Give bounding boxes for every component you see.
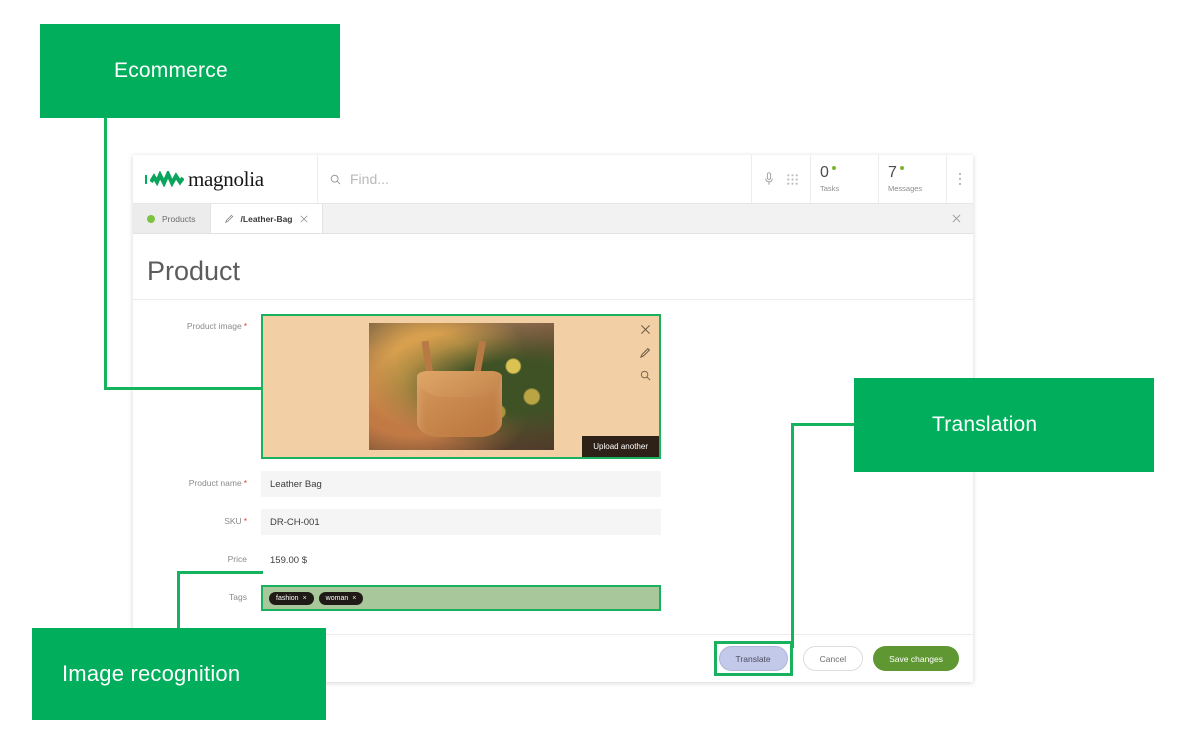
header-counter-tasks[interactable]: 0 Tasks [811,155,879,203]
pencil-icon [224,214,233,223]
image-action-group [640,324,651,381]
tasks-status-dot-icon [831,166,836,170]
close-icon [952,214,961,223]
label-tags-text: Tags [229,592,247,602]
connector-translation-vertical [791,423,794,648]
brand-logo[interactable]: magnolia [133,155,318,203]
connector-image-recognition-vertical [177,571,180,631]
close-icon[interactable] [300,215,308,223]
tag-chip-label: woman [325,594,349,602]
annotation-callout-translation: Translation [854,378,1154,472]
tags-input[interactable]: fashion × woman × [261,585,661,611]
messages-status-dot-icon [899,166,904,170]
save-changes-button[interactable]: Save changes [873,646,959,671]
brand-name: magnolia [188,166,264,191]
label-tags: Tags [133,585,261,602]
price-value[interactable]: 159.00 $ [261,547,661,573]
product-name-input[interactable]: Leather Bag [261,471,661,497]
label-sku: SKU * [133,509,261,526]
annotation-label-ecommerce: Ecommerce [114,59,228,82]
tab-products[interactable]: Products [133,204,211,233]
tasks-count: 0 [820,164,829,181]
logo-tick-icon [145,174,147,184]
form-row-price: Price 159.00 $ [133,547,973,573]
page-title-row: Product [133,234,973,300]
header-more-menu[interactable] [947,155,973,203]
tag-chip-label: fashion [276,594,299,602]
label-product-image: Product image * [133,314,261,331]
tab-leather-bag[interactable]: /Leather-Bag [210,204,323,233]
connector-ecommerce-vertical [104,118,107,390]
label-price: Price [133,547,261,564]
page-title: Product [147,256,241,286]
tag-remove-icon[interactable]: × [352,595,356,602]
tasks-caption: Tasks [820,184,840,193]
label-price-text: Price [227,554,247,564]
label-sku-text: SKU [224,516,242,526]
connector-ecommerce-horizontal [104,387,262,390]
tab-bar: Products /Leather-Bag [133,204,973,234]
tag-chip[interactable]: woman × [318,591,364,605]
remove-image-icon[interactable] [640,324,651,335]
product-image-dropzone[interactable]: Upload another [261,314,661,459]
upload-another-button[interactable]: Upload another [582,436,659,457]
product-image-thumbnail [368,323,554,450]
magnolia-wave-logo-icon [150,171,184,187]
translate-button[interactable]: Translate [718,646,788,671]
annotation-label-image-recognition: Image recognition [62,661,241,686]
label-product-image-text: Product image [186,321,242,331]
edit-image-icon[interactable] [640,347,651,358]
messages-count: 7 [888,164,897,181]
form-row-tags: Tags fashion × woman × [133,585,973,611]
close-all-tabs-button[interactable] [940,204,973,233]
connector-translation-horizontal [791,423,857,426]
apps-grid-icon[interactable] [787,173,798,185]
required-marker: * [243,516,247,526]
microphone-icon[interactable] [764,172,774,186]
annotation-label-translation: Translation [932,413,1038,436]
connector-image-recognition-horizontal [177,571,263,574]
tag-remove-icon[interactable]: × [303,595,307,602]
form-row-sku: SKU * DR-CH-001 [133,509,973,535]
messages-caption: Messages [888,184,923,193]
label-product-name-text: Product name [188,478,242,488]
app-header: magnolia Find... 0 Tasks 7 Messages [133,155,973,204]
preview-image-icon[interactable] [640,370,651,381]
header-counter-messages[interactable]: 7 Messages [879,155,947,203]
annotation-callout-ecommerce: Ecommerce [40,24,340,118]
header-icon-group [752,155,811,203]
search-bar[interactable] [318,155,752,203]
status-dot-icon [147,214,155,223]
cancel-button[interactable]: Cancel [802,646,864,671]
required-marker: * [243,321,247,331]
required-marker: * [243,478,247,488]
search-input[interactable] [348,170,727,188]
magnolia-app-window: magnolia Find... 0 Tasks 7 Messages Prod… [133,155,973,682]
vertical-dots-icon [958,172,962,186]
translate-button-highlight: Translate [713,641,793,676]
label-product-name: Product name * [133,471,261,488]
tag-chip[interactable]: fashion × [269,591,314,605]
tab-leather-bag-label: /Leather-Bag [240,213,293,224]
annotation-callout-image-recognition: Image recognition [32,628,326,720]
sku-input[interactable]: DR-CH-001 [261,509,661,535]
search-icon [330,174,341,184]
form-row-product-name: Product name * Leather Bag [133,471,973,497]
product-form: Product image * Upload another Product n… [133,300,973,611]
tab-products-label: Products [162,213,196,224]
